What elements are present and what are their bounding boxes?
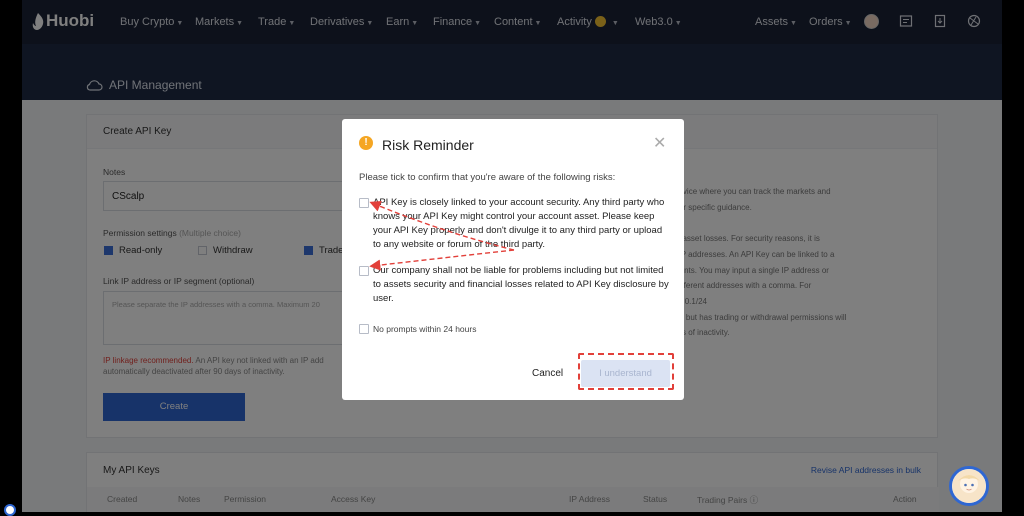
scroll-indicator (4, 504, 16, 516)
support-chat-avatar[interactable] (949, 466, 989, 506)
browser-viewport: Huobi Buy Crypto▼ Markets▼ Trade▼ Deriva… (22, 0, 1002, 512)
annotation-arrows (369, 201, 515, 271)
arrow-to-risk1-checkbox (369, 201, 515, 251)
arrow-to-risk2-checkbox (369, 249, 515, 271)
support-avatar-icon (952, 469, 986, 503)
